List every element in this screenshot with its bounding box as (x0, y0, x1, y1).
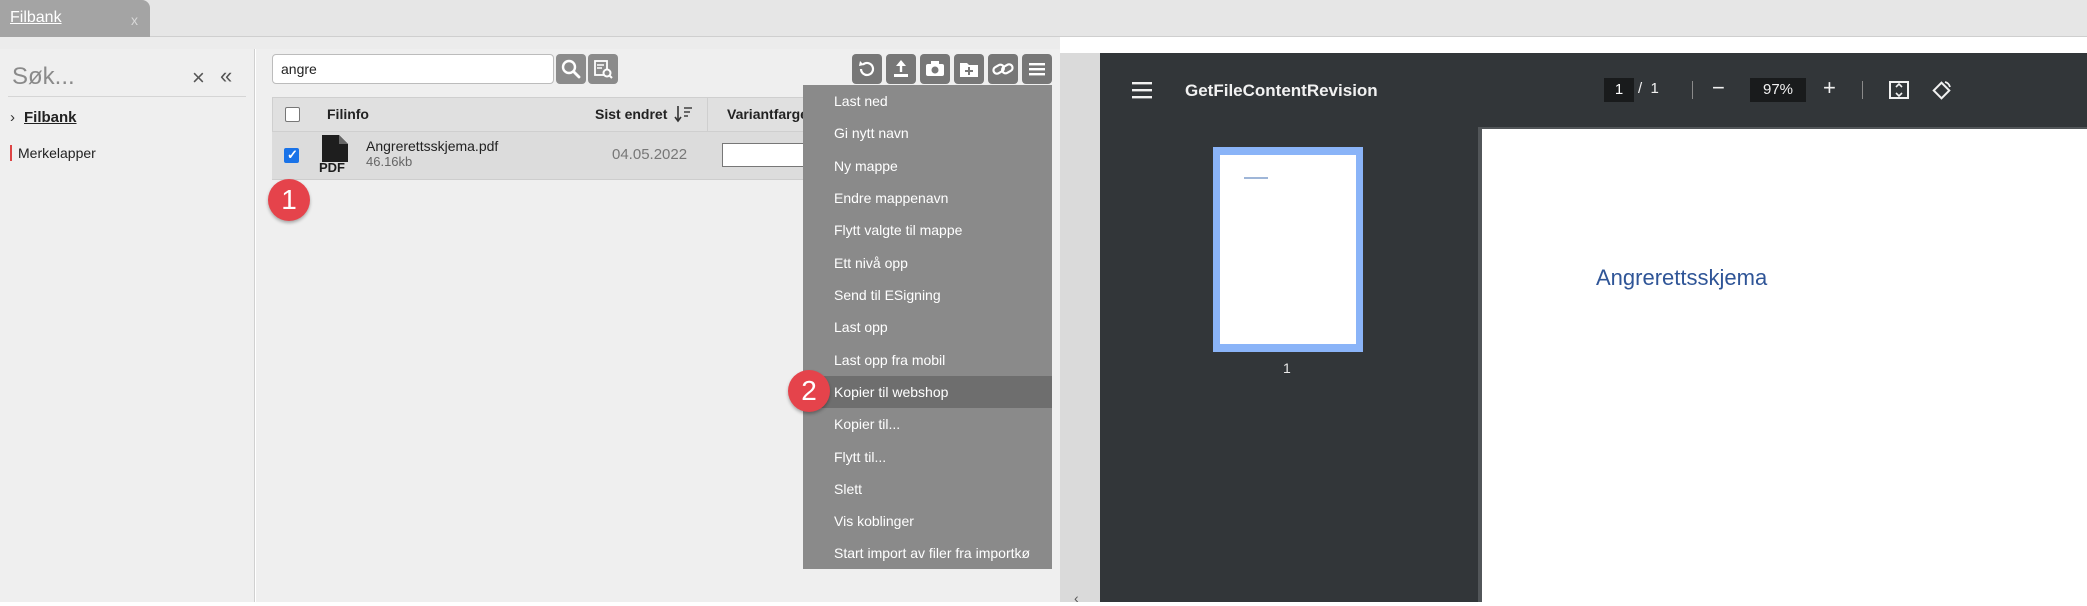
tree-item-label: Filbank (24, 109, 77, 126)
tab-label[interactable]: Filbank (10, 9, 62, 27)
search-icon (561, 59, 581, 79)
document-search-icon (594, 60, 613, 79)
menu-item-last-opp[interactable]: Last opp (803, 311, 1052, 343)
page-count: / 1 (1638, 80, 1659, 97)
menu-item-kopier-webshop[interactable]: Kopier til webshop (803, 376, 1052, 408)
table-row[interactable]: PDF Angrerettsskjema.pdf 46.16kb 04.05.2… (272, 132, 812, 180)
menu-item-send-esigning[interactable]: Send til ESigning (803, 279, 1052, 311)
clear-search-icon[interactable]: × (192, 65, 205, 91)
tab-bar: Filbank x (0, 0, 2087, 37)
menu-item-last-opp-mobil[interactable]: Last opp fra mobil (803, 344, 1052, 376)
column-divider (707, 98, 708, 133)
header-strip (0, 37, 1060, 49)
menu-item-last-ned[interactable]: Last ned (803, 85, 1052, 117)
link-icon (992, 63, 1014, 75)
document-heading: Angrerettsskjema (1596, 265, 1768, 290)
menu-item-ny-mappe[interactable]: Ny mappe (803, 150, 1052, 182)
upload-button[interactable] (886, 54, 916, 84)
page-thumbnail[interactable] (1213, 147, 1363, 352)
chevron-right-icon[interactable]: › (10, 109, 24, 126)
pdf-title: GetFileContentRevision (1185, 81, 1378, 100)
menu-item-endre-mappenavn[interactable]: Endre mappenavn (803, 182, 1052, 214)
file-name[interactable]: Angrerettsskjema.pdf (366, 138, 498, 154)
column-variant[interactable]: Variantfarge (727, 106, 808, 122)
zoom-input[interactable]: 97% (1750, 78, 1806, 102)
fit-page-icon[interactable] (1887, 78, 1911, 102)
divider (8, 96, 246, 97)
step-marker-2: 2 (788, 370, 830, 412)
search-button[interactable] (556, 54, 586, 84)
file-size: 46.16kb (366, 154, 413, 169)
new-folder-icon (960, 63, 978, 77)
thumbnail-page (1220, 155, 1356, 344)
page-number-input[interactable]: 1 (1604, 78, 1634, 102)
zoom-in-icon[interactable]: + (1823, 75, 1836, 101)
collapse-panel-icon[interactable]: « (220, 63, 232, 89)
menu-item-ett-niva-opp[interactable]: Ett nivå opp (803, 247, 1052, 279)
panel-splitter[interactable] (1060, 53, 1100, 602)
menu-item-flytt-valgte[interactable]: Flytt valgte til mappe (803, 214, 1052, 246)
advanced-search-button[interactable] (588, 54, 618, 84)
sort-icon[interactable] (673, 103, 695, 125)
row-checkbox[interactable] (284, 147, 299, 163)
document-page (1482, 129, 2087, 602)
camera-button[interactable] (920, 54, 950, 84)
menu-button[interactable] (1022, 54, 1052, 84)
refresh-button[interactable] (852, 54, 882, 84)
variant-color-input[interactable] (722, 143, 812, 167)
thumbnail-heading-line (1244, 177, 1268, 179)
context-menu: Last ned Gi nytt navn Ny mappe Endre map… (803, 85, 1052, 569)
search-value: angre (281, 61, 317, 77)
toolbar-divider (1862, 81, 1863, 99)
column-modified[interactable]: Sist endret (595, 106, 667, 122)
step-marker-1: 1 (268, 179, 310, 221)
upload-icon (894, 60, 908, 77)
new-folder-button[interactable] (954, 54, 984, 84)
tree-search-input[interactable]: Søk... (12, 63, 75, 91)
file-date: 04.05.2022 (612, 146, 688, 163)
file-search-input[interactable]: angre (272, 54, 554, 84)
left-panel: Søk... × « › Filbank Merkelapper (0, 49, 255, 602)
link-button[interactable] (988, 54, 1018, 84)
menu-item-vis-koblinger[interactable]: Vis koblinger (803, 505, 1052, 537)
table-header: Filinfo Sist endret Variantfarge (272, 97, 812, 133)
menu-item-gi-nytt-navn[interactable]: Gi nytt navn (803, 117, 1052, 149)
rotate-icon[interactable] (1930, 78, 1954, 102)
menu-icon (1029, 63, 1045, 76)
tree-item-filbank[interactable]: › Filbank (10, 109, 77, 126)
select-all-checkbox[interactable] (285, 107, 300, 122)
column-fileinfo[interactable]: Filinfo (327, 106, 369, 122)
page-separator: / (1638, 80, 1643, 97)
total-pages: 1 (1650, 80, 1659, 97)
thumbnail-label: 1 (1283, 360, 1291, 376)
tree-item-merkelapper[interactable]: Merkelapper (10, 145, 96, 161)
camera-icon (926, 61, 944, 76)
tab-close-icon[interactable]: x (131, 12, 138, 28)
tree-item-label: Merkelapper (18, 145, 96, 161)
menu-item-kopier-til[interactable]: Kopier til... (803, 408, 1052, 440)
pdf-icon-label: PDF (319, 160, 345, 175)
menu-item-slett[interactable]: Slett (803, 473, 1052, 505)
refresh-icon (859, 61, 875, 77)
toolbar-divider (1692, 81, 1693, 99)
hamburger-menu-icon[interactable] (1130, 79, 1154, 101)
menu-item-flytt-til[interactable]: Flytt til... (803, 441, 1052, 473)
menu-item-start-import[interactable]: Start import av filer fra importkø (803, 537, 1052, 569)
collapse-arrow-icon[interactable]: ‹ (1074, 590, 1079, 606)
zoom-out-icon[interactable]: − (1712, 75, 1725, 101)
tab-filbank[interactable]: Filbank x (0, 0, 150, 37)
